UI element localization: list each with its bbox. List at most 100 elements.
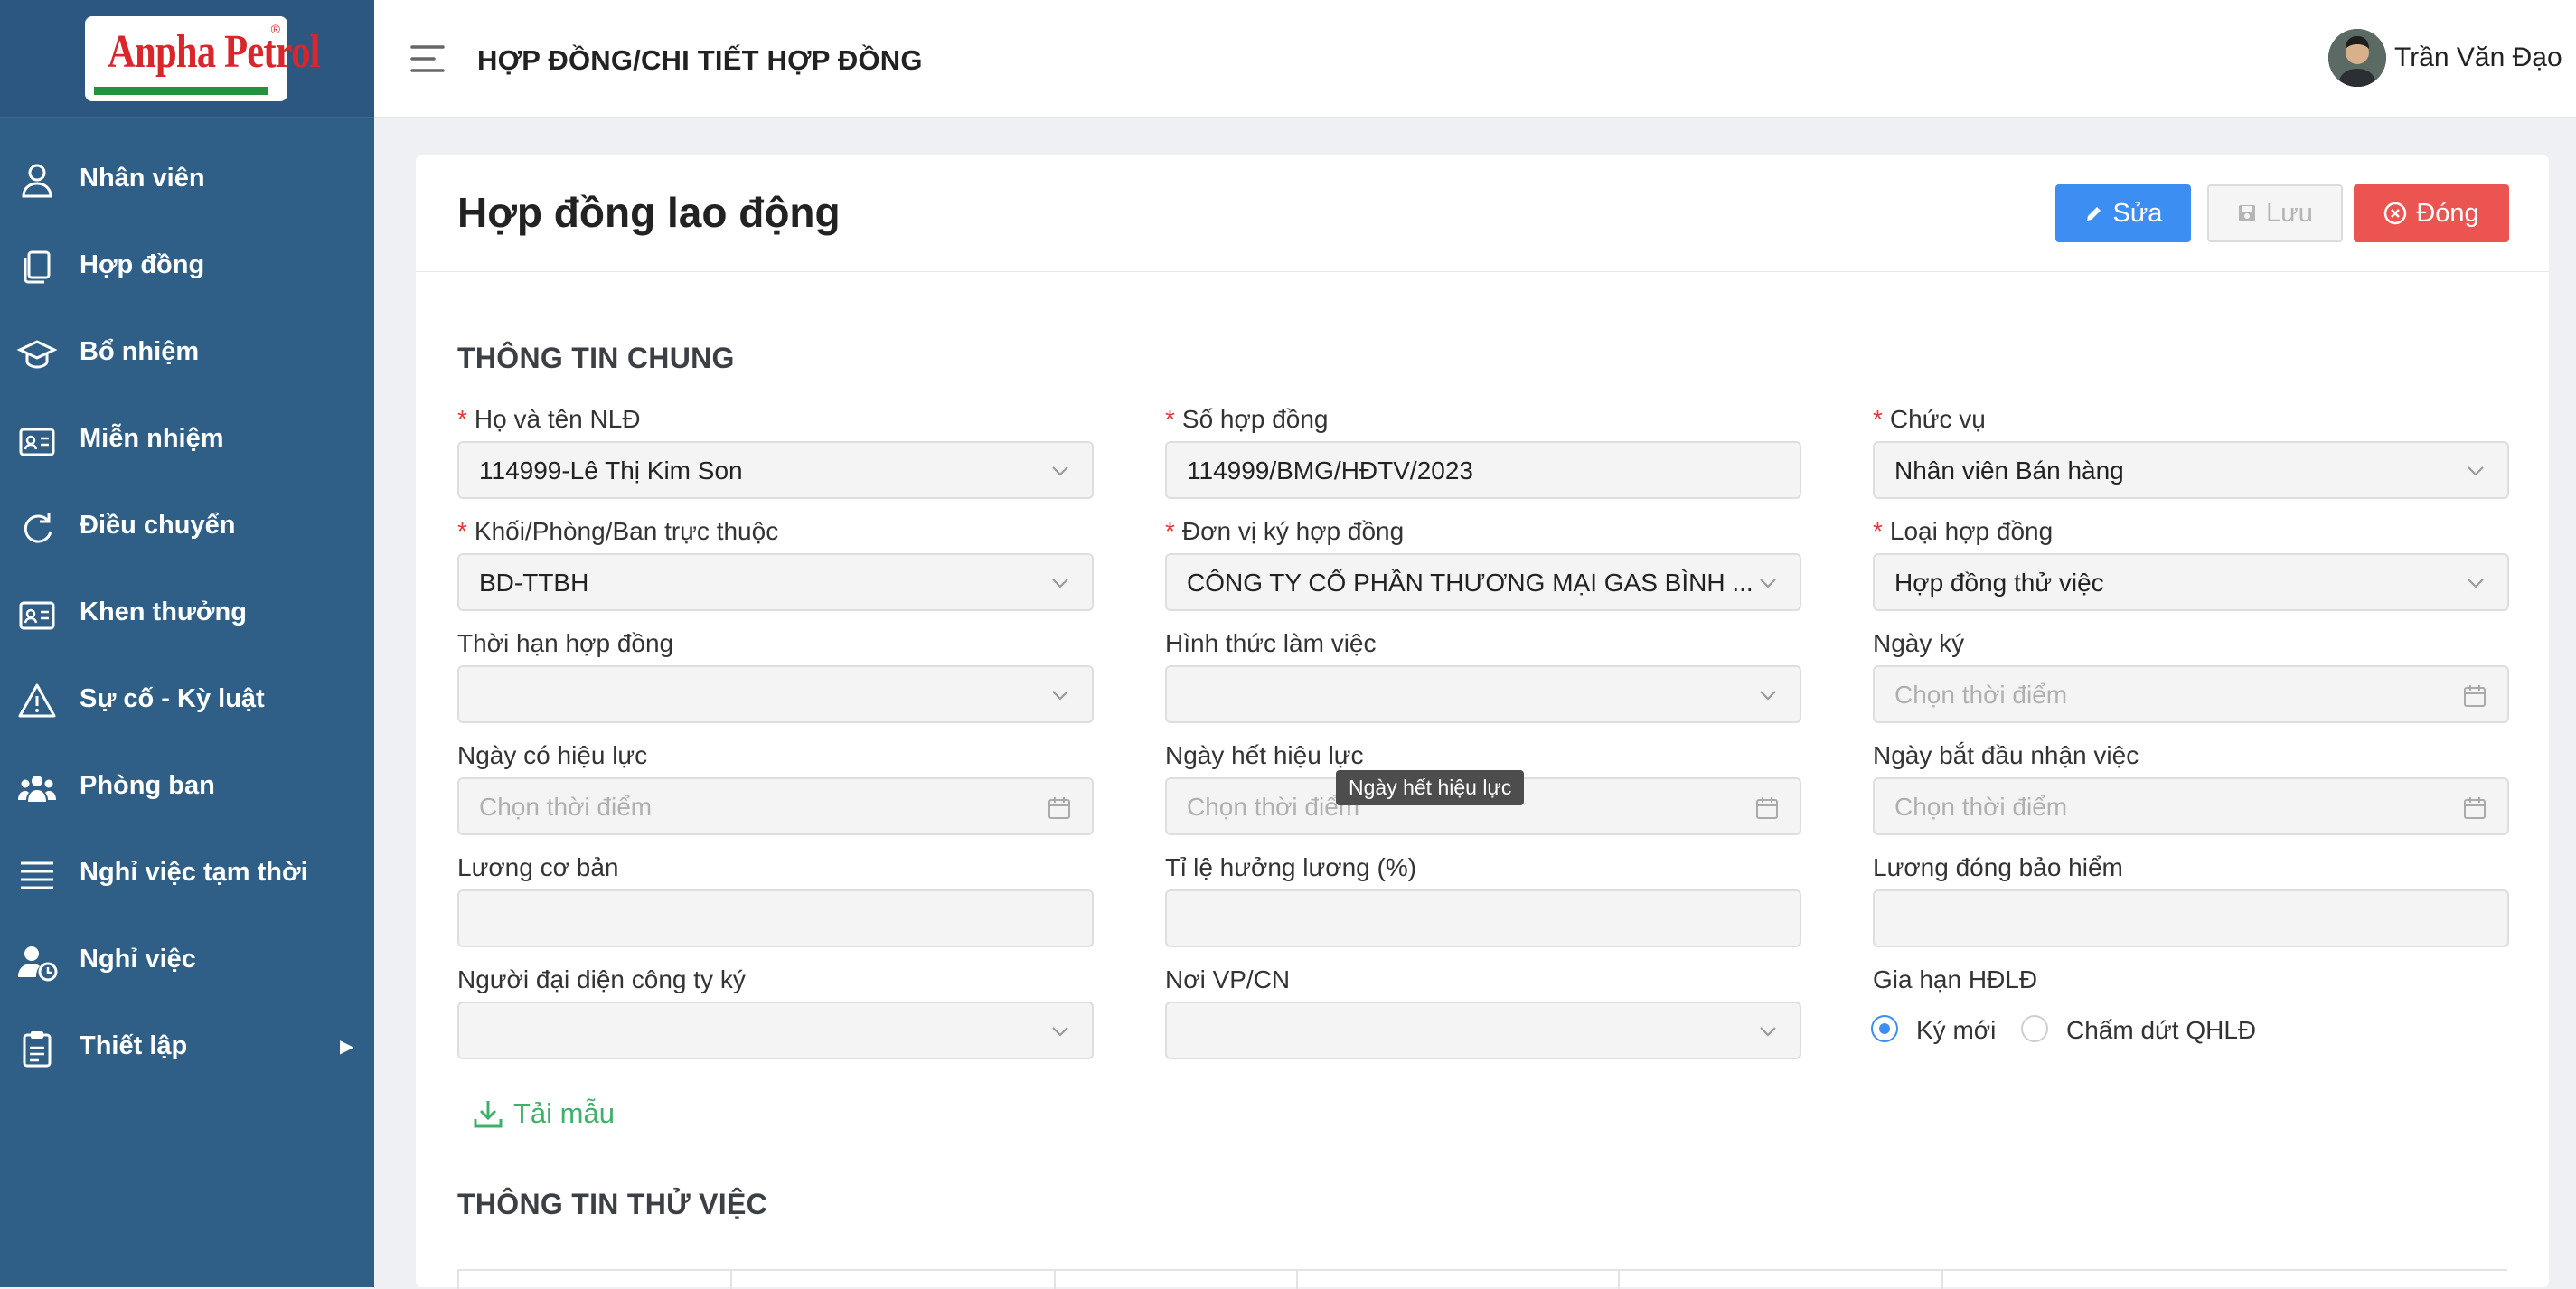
sidebar-item-temporary-leave[interactable]: Nghỉ việc tạm thời	[0, 836, 374, 916]
sidebar-item-label: Thiết lập	[80, 1031, 188, 1060]
employee-label: * Họ và tên NLĐ	[457, 405, 641, 433]
effective-date-picker[interactable]: Chọn thời điểm	[457, 777, 1094, 835]
logo-registered-mark: ®	[270, 22, 280, 36]
contract-type-label: * Loại hợp đồng	[1873, 517, 2054, 545]
sidebar-item-label: Miễn nhiệm	[80, 424, 224, 453]
download-label: Tải mẫu	[513, 1097, 615, 1129]
position-select[interactable]: Nhân viên Bán hàng	[1873, 441, 2509, 499]
download-template-link[interactable]: Tải mẫu	[472, 1097, 615, 1130]
breadcrumb: HỢP ĐỒNG/CHI TIẾT HỢP ĐỒNG	[477, 44, 923, 76]
avatar[interactable]	[2328, 29, 2386, 87]
sidebar-item-employees[interactable]: Nhân viên	[0, 142, 374, 221]
sidebar-item-label: Nghỉ việc tạm thời	[80, 858, 308, 887]
contract-type-select[interactable]: Hợp đồng thử việc	[1873, 553, 2509, 611]
tooltip: Ngày hết hiệu lực	[1336, 770, 1525, 805]
sign-date-label: Ngày ký	[1873, 629, 1965, 657]
section-title-general: THÔNG TIN CHUNG	[457, 342, 735, 374]
sidebar-item-label: Phòng ban	[80, 771, 215, 800]
radio-terminate-label[interactable]: Chấm dứt QHLĐ	[2066, 1016, 2256, 1045]
sidebar-item-label: Sự cố - Kỳ luật	[80, 684, 265, 713]
logo-area: Anpha Petrol ®	[0, 0, 374, 118]
sidebar-item-incidents[interactable]: Sự cố - Kỳ luật	[0, 663, 374, 742]
sidebar-item-transfers[interactable]: Điều chuyển	[0, 489, 374, 569]
contract-type-value: Hợp đồng thử việc	[1894, 569, 2104, 597]
work-form-select[interactable]	[1165, 665, 1801, 723]
base-salary-label: Lương cơ bản	[457, 853, 619, 881]
start-date-picker[interactable]: Chọn thời điểm	[1873, 777, 2509, 835]
floppy-disk-icon	[2239, 205, 2256, 221]
sidebar-item-label: Nhân viên	[80, 164, 205, 193]
chevron-down-icon	[1052, 1027, 1068, 1037]
sidebar-item-label: Hợp đồng	[80, 250, 205, 279]
expiry-date-label: Ngày hết hiệu lực	[1165, 741, 1364, 769]
sidebar-item-label: Điều chuyển	[80, 511, 236, 540]
salary-rate-input[interactable]	[1165, 889, 1801, 947]
id-card-icon	[19, 601, 55, 630]
sidebar-item-departments[interactable]: Phòng ban	[0, 749, 374, 829]
page-title: Hợp đồng lao động	[457, 189, 841, 236]
signing-unit-label: * Đơn vị ký hợp đồng	[1165, 517, 1405, 545]
sidebar-item-label: Nghỉ việc	[80, 945, 196, 974]
salary-rate-label: Tỉ lệ hưởng lương (%)	[1165, 853, 1417, 881]
save-button-label: Lưu	[2266, 198, 2313, 228]
chevron-down-icon	[1760, 579, 1776, 588]
radio-new-contract[interactable]	[1871, 1015, 1898, 1042]
expand-arrow-icon[interactable]: ▶	[340, 1035, 353, 1058]
department-label: * Khối/Phòng/Ban trực thuộc	[457, 517, 779, 545]
download-icon	[474, 1101, 503, 1128]
sidebar-item-dismissals[interactable]: Miễn nhiệm	[0, 402, 374, 482]
close-button[interactable]: Đóng	[2354, 184, 2509, 242]
sidebar-item-label: Khen thưởng	[80, 597, 247, 626]
sidebar-item-appointments[interactable]: Bổ nhiệm	[0, 315, 374, 395]
expiry-date-placeholder: Chọn thời điểm	[1187, 793, 1360, 821]
contract-no-input[interactable]: 114999/BMG/HĐTV/2023	[1165, 441, 1801, 499]
office-label: Nơi VP/CN	[1165, 965, 1291, 993]
clipboard-icon	[23, 1031, 52, 1068]
contract-no-label: * Số hợp đồng	[1165, 405, 1329, 433]
section-title-probation: THÔNG TIN THỬ VIỆC	[457, 1188, 768, 1220]
list-icon	[21, 861, 53, 889]
radio-new-contract-label[interactable]: Ký mới	[1916, 1016, 1996, 1045]
radio-terminate[interactable]	[2021, 1015, 2048, 1042]
sidebar-item-rewards[interactable]: Khen thưởng	[0, 576, 374, 655]
representative-select[interactable]	[457, 1002, 1094, 1059]
company-logo[interactable]: Anpha Petrol ®	[85, 16, 320, 101]
position-label: * Chức vụ	[1873, 405, 1986, 433]
chevron-down-icon	[1052, 466, 1068, 476]
edit-button[interactable]: Sửa	[2055, 184, 2191, 242]
chevron-down-icon	[1760, 691, 1776, 701]
close-circle-icon	[2384, 202, 2407, 225]
top-header: HỢP ĐỒNG/CHI TIẾT HỢP ĐỒNG Trần Văn Đạo	[374, 0, 2576, 118]
chevron-down-icon	[1052, 691, 1068, 701]
card-header: Hợp đồng lao động Sửa Lưu Đóng	[416, 155, 2549, 272]
save-button[interactable]: Lưu	[2207, 184, 2343, 242]
term-label: Thời hạn hợp đồng	[457, 629, 674, 657]
calendar-icon	[2464, 685, 2486, 707]
insurance-salary-label: Lương đóng bảo hiểm	[1873, 853, 2123, 881]
sidebar-item-contracts[interactable]: Hợp đồng	[0, 229, 374, 308]
graduation-cap-icon	[16, 340, 58, 369]
sidebar-item-resignations[interactable]: Nghỉ việc	[0, 923, 374, 1002]
documents-icon	[24, 250, 51, 284]
base-salary-input[interactable]	[457, 889, 1094, 947]
user-clock-icon	[18, 946, 58, 982]
representative-label: Người đại diện công ty ký	[457, 965, 746, 993]
user-name[interactable]: Trần Văn Đạo	[2394, 42, 2562, 73]
department-select[interactable]: BD-TTBH	[457, 553, 1094, 611]
employee-select[interactable]: 114999-Lê Thị Kim Son	[457, 441, 1094, 499]
hamburger-menu-icon[interactable]	[410, 43, 445, 74]
sign-date-picker[interactable]: Chọn thời điểm	[1873, 665, 2509, 723]
sidebar-item-settings[interactable]: Thiết lập ▶	[0, 1010, 374, 1089]
office-select[interactable]	[1165, 1002, 1801, 1059]
close-button-label: Đóng	[2416, 198, 2479, 228]
insurance-salary-input[interactable]	[1873, 889, 2509, 947]
pencil-icon	[2086, 207, 2101, 221]
signing-unit-select[interactable]: CÔNG TY CỔ PHẦN THƯƠNG MẠI GAS BÌNH ...	[1165, 553, 1801, 611]
logo-text: Anpha Petrol	[108, 26, 320, 78]
warning-icon	[18, 683, 56, 718]
term-select[interactable]	[457, 665, 1094, 723]
edit-button-label: Sửa	[2112, 198, 2163, 228]
logo-green-bar	[94, 87, 268, 95]
sidebar: Anpha Petrol ® Nhân viên Hợp đồng Bổ nhi…	[0, 0, 374, 1287]
chevron-down-icon	[2468, 579, 2484, 588]
